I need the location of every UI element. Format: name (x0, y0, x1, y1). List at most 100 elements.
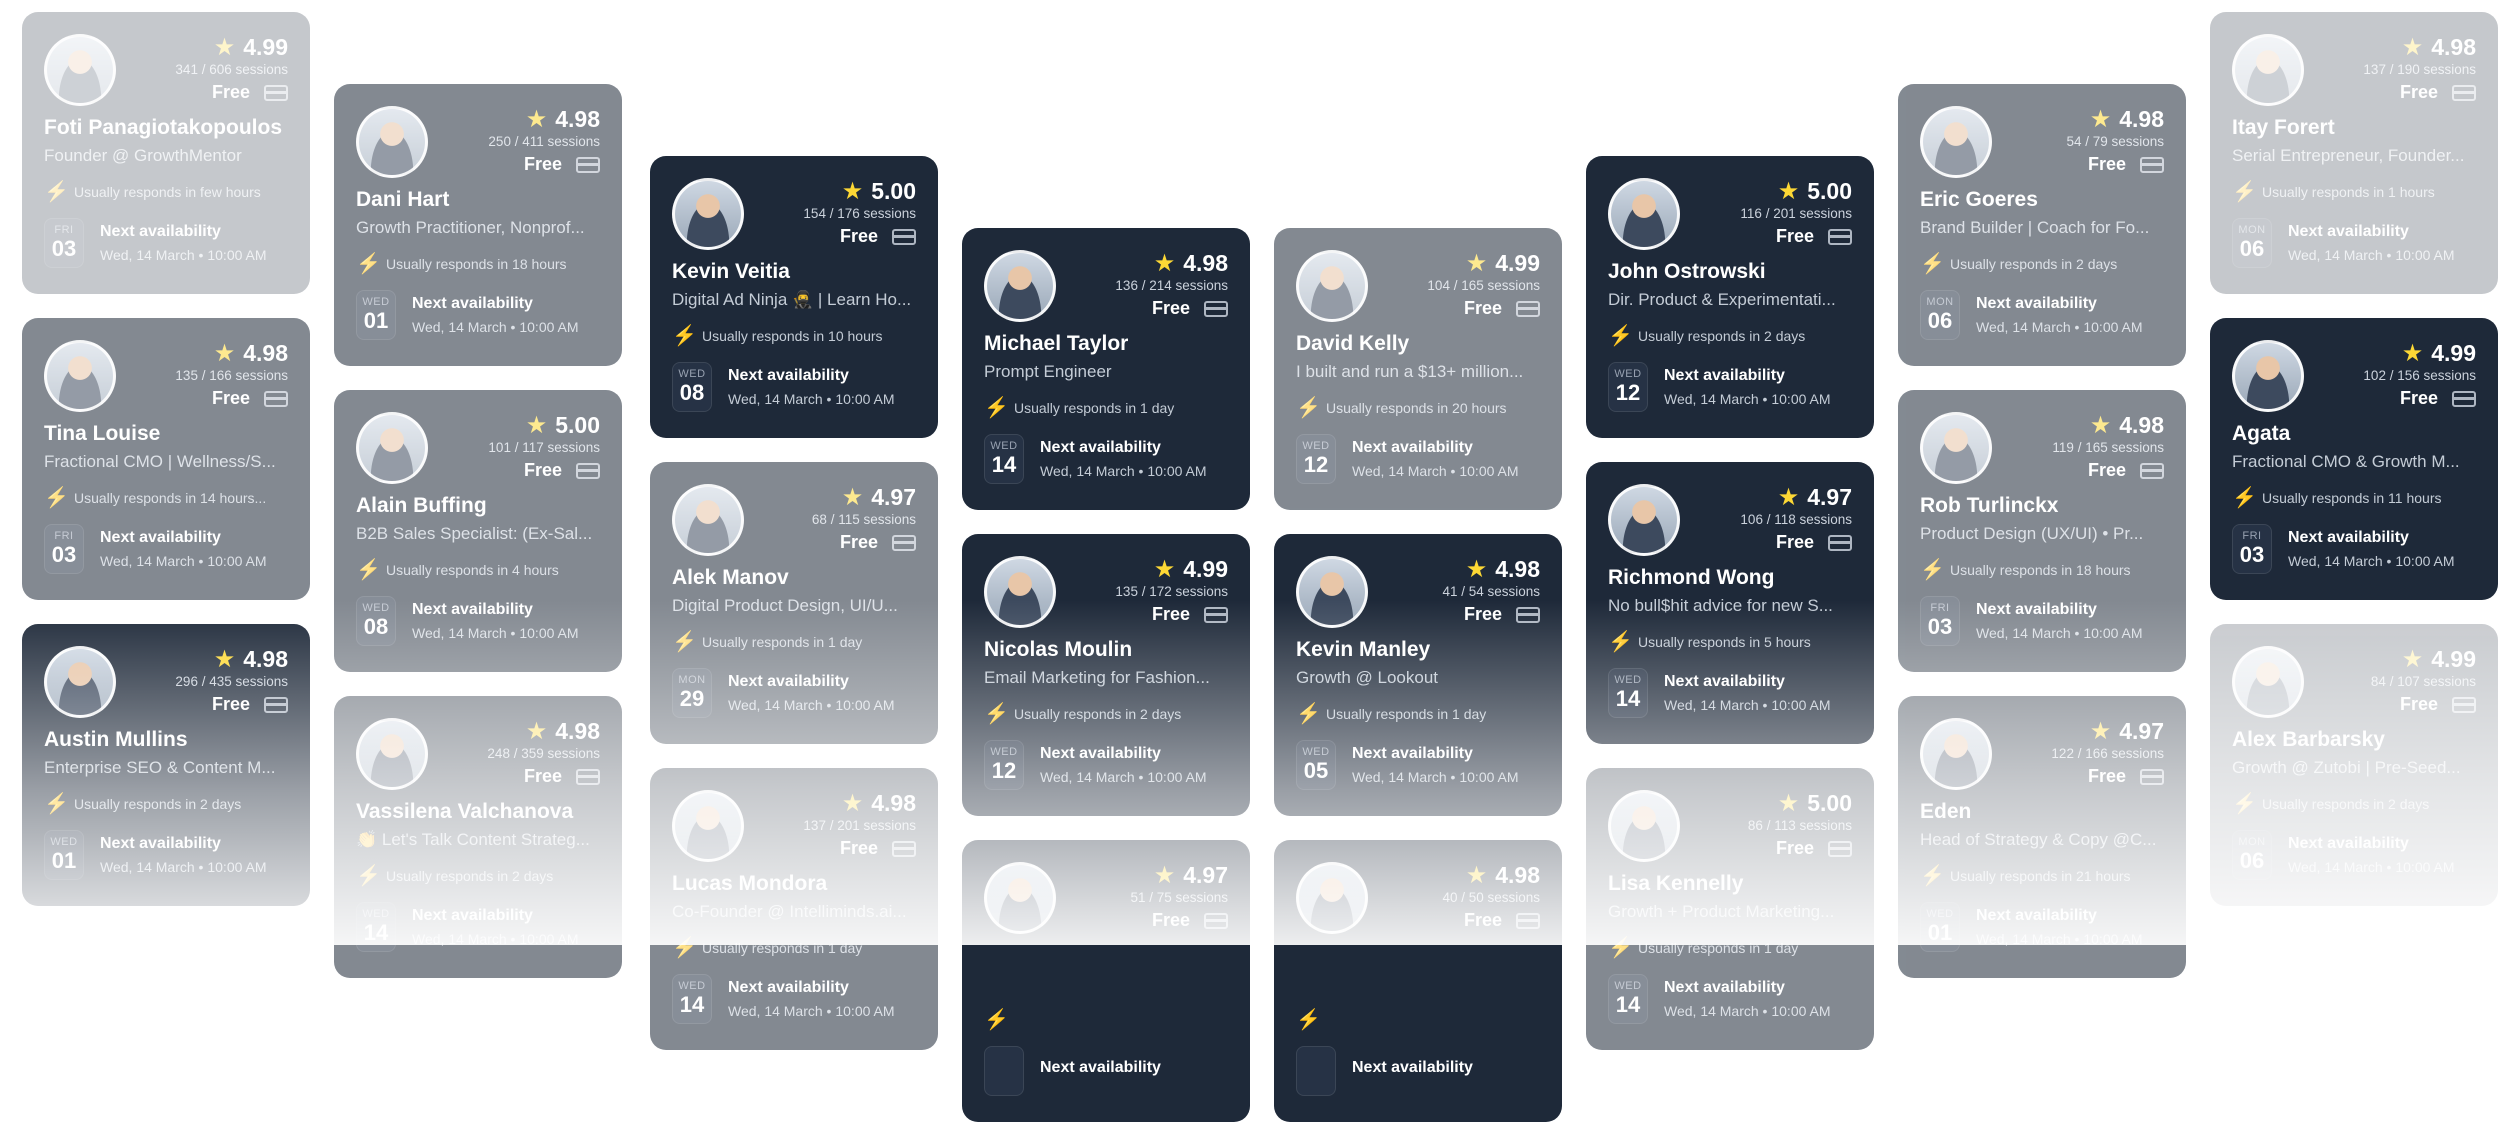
rating-row: ★ 4.99 (2402, 340, 2476, 367)
mentor-card[interactable]: ★ 4.98 137 / 201 sessions Free Lucas Mon… (650, 768, 938, 1050)
mentor-name[interactable]: Tina Louise (44, 422, 160, 446)
availability-row[interactable]: MON 06 Next availability Wed, 14 March •… (2232, 218, 2455, 268)
mentor-name[interactable]: Nicolas Moulin (984, 638, 1132, 662)
response-time-text: Usually responds in 20 hours (1326, 399, 1507, 416)
rating-row: ★ 5.00 (526, 412, 600, 439)
availability-title: Next availability (1040, 745, 1161, 762)
mentor-card[interactable]: ★ 4.97 122 / 166 sessions Free Eden Head… (1898, 696, 2186, 978)
day-number: 14 (679, 992, 705, 1017)
mentor-card[interactable]: ★ 4.99 341 / 606 sessions Free Foti Pana… (22, 12, 310, 294)
availability-row[interactable]: FRI 03 Next availability Wed, 14 March •… (44, 524, 267, 574)
availability-row[interactable]: WED 01 Next availability Wed, 14 March •… (356, 290, 579, 340)
mentor-card[interactable]: ★ 4.99 102 / 156 sessions Free Agata Fra… (2210, 318, 2498, 600)
credit-card-icon (1516, 912, 1540, 929)
mentor-card[interactable]: ★ 4.98 135 / 166 sessions Free Tina Loui… (22, 318, 310, 600)
mentor-card[interactable]: ★ 4.98 250 / 411 sessions Free Dani Hart… (334, 84, 622, 366)
avatar (672, 790, 744, 862)
rating-value: 4.98 (1495, 862, 1540, 888)
mentor-card[interactable]: ★ 5.00 101 / 117 sessions Free Alain Buf… (334, 390, 622, 672)
availability-row[interactable]: MON 06 Next availability Wed, 14 March •… (2232, 830, 2455, 880)
availability-row[interactable]: FRI 03 Next availability Wed, 14 March •… (1920, 596, 2143, 646)
mentor-card[interactable]: ★ 4.98 137 / 190 sessions Free Itay Fore… (2210, 12, 2498, 294)
price-label: Free (523, 766, 562, 786)
mentor-card[interactable]: ★ 4.98 40 / 50 sessions Free ⚡ Next avai… (1274, 840, 1562, 1122)
mentor-name[interactable]: Eric Goeres (1920, 188, 2038, 212)
rating-value: 4.98 (2431, 34, 2476, 60)
availability-row[interactable]: WED 01 Next availability Wed, 14 March •… (44, 830, 267, 880)
mentor-card[interactable]: ★ 4.98 136 / 214 sessions Free Michael T… (962, 228, 1250, 510)
mentor-name[interactable]: Kevin Manley (1296, 638, 1430, 662)
response-time: ⚡ Usually responds in 2 days (984, 701, 1181, 726)
mentor-name[interactable]: Vassilena Valchanova (356, 800, 573, 824)
mentor-card[interactable]: ★ 5.00 116 / 201 sessions Free John Ostr… (1586, 156, 1874, 438)
availability-row[interactable]: WED 14 Next availability Wed, 14 March •… (1608, 668, 1831, 718)
mentor-name[interactable]: Richmond Wong (1608, 566, 1774, 590)
mentor-card[interactable]: ★ 4.99 84 / 107 sessions Free Alex Barba… (2210, 624, 2498, 906)
credit-card-icon (892, 228, 916, 245)
mentor-name[interactable]: Itay Forert (2232, 116, 2335, 140)
mentor-card[interactable]: ★ 4.98 41 / 54 sessions Free Kevin Manle… (1274, 534, 1562, 816)
star-icon: ★ (1777, 483, 1800, 511)
mentor-card[interactable]: ★ 4.97 68 / 115 sessions Free Alek Manov… (650, 462, 938, 744)
availability-row[interactable]: WED 14 Next availability Wed, 14 March •… (1608, 974, 1831, 1024)
availability-row[interactable]: WED 12 Next availability Wed, 14 March •… (1296, 434, 1519, 484)
mentor-card[interactable]: ★ 4.98 54 / 79 sessions Free Eric Goeres… (1898, 84, 2186, 366)
sessions-count: 136 / 214 sessions (1115, 278, 1228, 293)
mentor-card[interactable]: ★ 4.97 106 / 118 sessions Free Richmond … (1586, 462, 1874, 744)
availability-row[interactable]: WED 12 Next availability Wed, 14 March •… (1608, 362, 1831, 412)
availability-title: Next availability (2288, 529, 2409, 546)
mentor-name[interactable]: Kevin Veitia (672, 260, 790, 284)
mentor-name[interactable]: Eden (1920, 800, 1971, 824)
price-label: Free (839, 226, 878, 246)
mentor-name[interactable]: Alex Barbarsky (2232, 728, 2385, 752)
availability-row[interactable]: WED 05 Next availability Wed, 14 March •… (1296, 740, 1519, 790)
availability-row[interactable]: WED 08 Next availability Wed, 14 March •… (672, 362, 895, 412)
mentor-card[interactable]: ★ 5.00 86 / 113 sessions Free Lisa Kenne… (1586, 768, 1874, 1050)
sessions-count: 106 / 118 sessions (1740, 512, 1852, 527)
response-time: ⚡ Usually responds in few hours (44, 179, 261, 204)
mentor-card[interactable]: ★ 4.99 104 / 165 sessions Free David Kel… (1274, 228, 1562, 510)
availability-row[interactable]: WED 14 Next availability Wed, 14 March •… (672, 974, 895, 1024)
availability-row[interactable]: Next availability (1296, 1046, 1473, 1096)
mentor-name[interactable]: Alek Manov (672, 566, 789, 590)
mentor-name[interactable]: Lisa Kennelly (1608, 872, 1743, 896)
availability-row[interactable]: WED 08 Next availability Wed, 14 March •… (356, 596, 579, 646)
availability-row[interactable]: Next availability (984, 1046, 1161, 1096)
mentor-card[interactable]: ★ 4.97 51 / 75 sessions Free ⚡ Next avai… (962, 840, 1250, 1122)
credit-card-icon (1516, 606, 1540, 623)
mentor-name[interactable]: Dani Hart (356, 188, 449, 212)
mentor-name[interactable]: John Ostrowski (1608, 260, 1766, 284)
availability-row[interactable]: WED 12 Next availability Wed, 14 March •… (984, 740, 1207, 790)
calendar-date-badge: WED 14 (1608, 974, 1648, 1024)
mentor-name[interactable]: Agata (2232, 422, 2290, 446)
mentor-card[interactable]: ★ 4.98 119 / 165 sessions Free Rob Turli… (1898, 390, 2186, 672)
availability-title: Next availability (1040, 439, 1161, 456)
mentor-name[interactable]: Lucas Mondora (672, 872, 827, 896)
mentor-name[interactable]: Rob Turlinckx (1920, 494, 2058, 518)
mentor-card[interactable]: ★ 4.99 135 / 172 sessions Free Nicolas M… (962, 534, 1250, 816)
calendar-date-badge: WED 12 (984, 740, 1024, 790)
availability-title: Next availability (1352, 439, 1473, 456)
price-label: Free (523, 460, 562, 480)
avatar (1920, 106, 1992, 178)
mentor-card[interactable]: ★ 4.98 296 / 435 sessions Free Austin Mu… (22, 624, 310, 906)
mentor-name[interactable]: Alain Buffing (356, 494, 487, 518)
availability-row[interactable]: FRI 03 Next availability Wed, 14 March •… (2232, 524, 2455, 574)
mentor-card[interactable]: ★ 4.98 248 / 359 sessions Free Vassilena… (334, 696, 622, 978)
availability-row[interactable]: WED 14 Next availability Wed, 14 March •… (984, 434, 1207, 484)
availability-title: Next availability (728, 979, 849, 996)
rating-value: 4.98 (2119, 106, 2164, 132)
availability-row[interactable]: FRI 03 Next availability Wed, 14 March •… (44, 218, 267, 268)
availability-title: Next availability (728, 673, 849, 690)
availability-row[interactable]: MON 06 Next availability Wed, 14 March •… (1920, 290, 2143, 340)
rating-value: 4.97 (1807, 484, 1852, 510)
avatar (984, 250, 1056, 322)
mentor-name[interactable]: Foti Panagiotakopoulos (44, 116, 282, 140)
response-time: ⚡ Usually responds in 2 days (2232, 791, 2429, 816)
mentor-name[interactable]: Austin Mullins (44, 728, 188, 752)
availability-row[interactable]: MON 29 Next availability Wed, 14 March •… (672, 668, 895, 718)
price-label: Free (839, 532, 878, 552)
mentor-name[interactable]: Michael Taylor (984, 332, 1128, 356)
mentor-card[interactable]: ★ 5.00 154 / 176 sessions Free Kevin Vei… (650, 156, 938, 438)
mentor-name[interactable]: David Kelly (1296, 332, 1409, 356)
